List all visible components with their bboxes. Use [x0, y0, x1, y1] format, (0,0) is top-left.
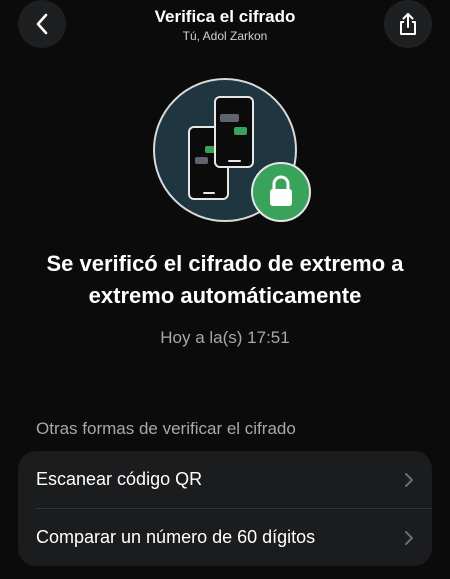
option-label: Escanear código QR	[36, 469, 203, 489]
page-subtitle: Tú, Adol Zarkon	[182, 29, 268, 43]
option-label: Comparar un número de 60 dígitos	[36, 527, 316, 547]
verification-headline: Se verificó el cifrado de extremo a extr…	[46, 251, 404, 308]
chevron-right-icon	[405, 530, 413, 545]
section-title: Otras formas de verificar el cifrado	[36, 419, 296, 438]
verification-illustration	[150, 78, 320, 228]
header: Verifica el cifrado Tú, Adol Zarkon	[80, 7, 370, 43]
share-icon	[400, 13, 416, 35]
chevron-right-icon	[405, 472, 413, 487]
lock-icon	[251, 162, 311, 222]
page-title: Verifica el cifrado	[154, 7, 296, 26]
compare-number-option[interactable]: Comparar un número de 60 dígitos	[18, 509, 432, 566]
back-button[interactable]	[18, 0, 66, 48]
share-button[interactable]	[384, 0, 432, 48]
scan-qr-option[interactable]: Escanear código QR	[18, 451, 432, 508]
chevron-left-icon	[36, 13, 48, 35]
verification-timestamp: Hoy a la(s) 17:51	[160, 328, 290, 347]
verification-options-list: Escanear código QR Comparar un número de…	[18, 451, 432, 566]
